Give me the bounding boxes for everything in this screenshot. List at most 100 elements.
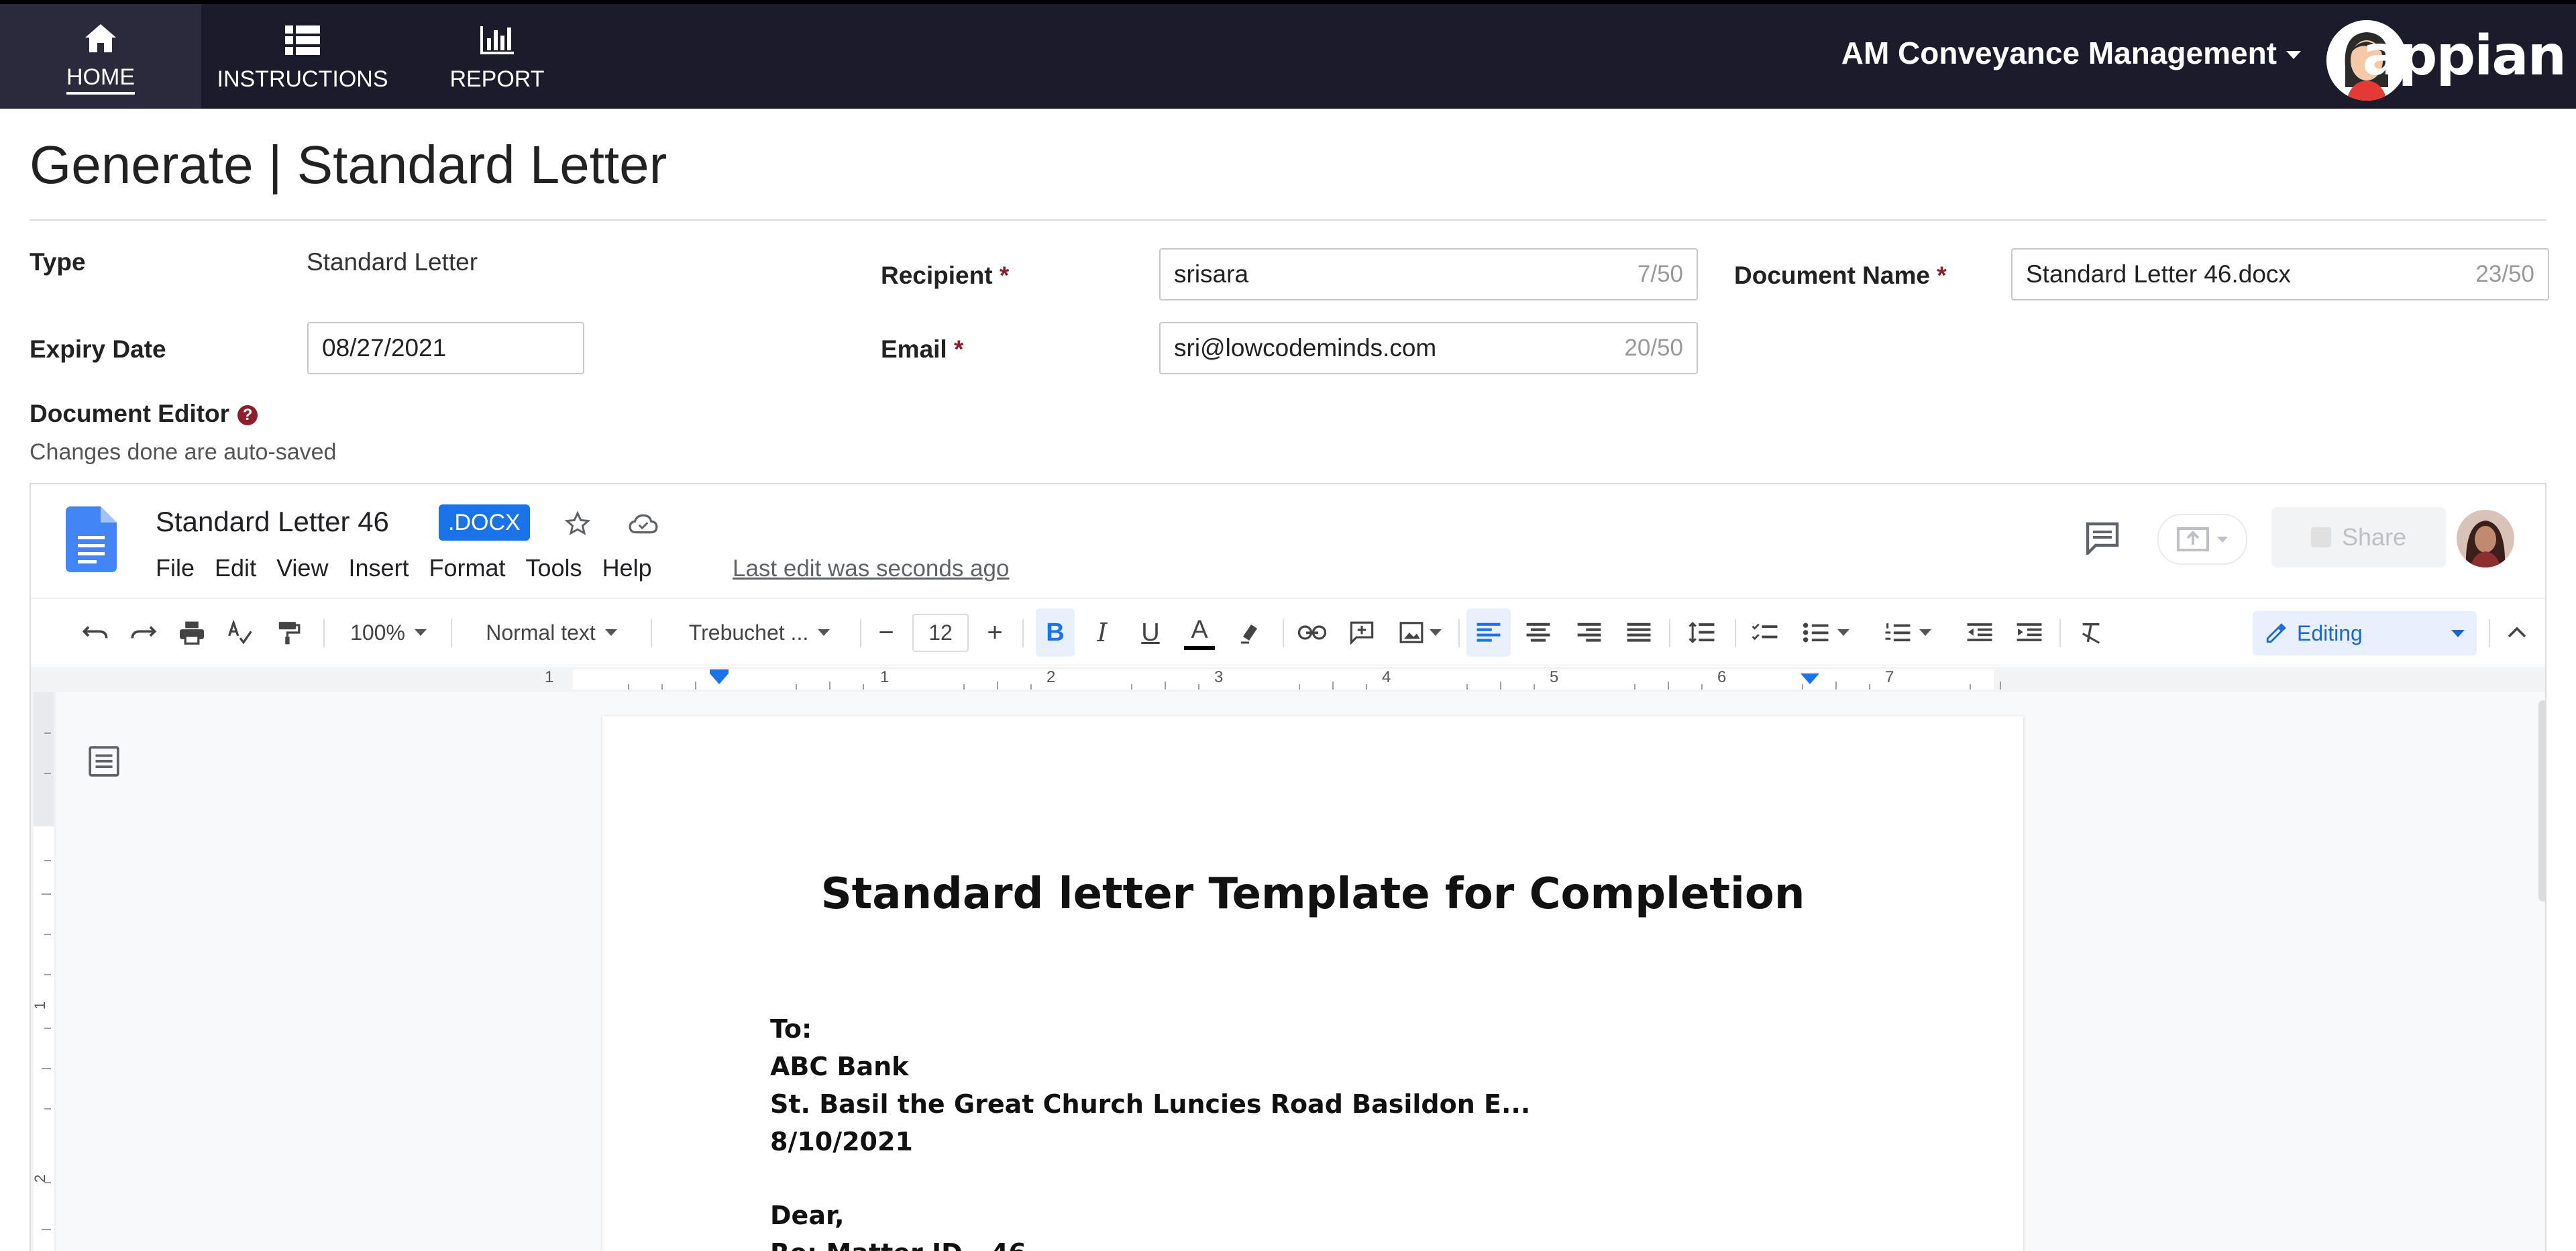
chevron-down-icon: [2451, 629, 2465, 637]
recipient-input[interactable]: srisara 7/50: [1159, 248, 1698, 301]
expiry-date-input[interactable]: 08/27/2021: [307, 322, 584, 374]
ruler-number: 2: [32, 1174, 49, 1183]
toolbar-divider: [2059, 619, 2061, 647]
autosave-note: Changes done are auto-saved: [30, 439, 337, 465]
share-button[interactable]: Share: [2271, 507, 2446, 567]
recipient-label: Recipient *: [881, 262, 1010, 289]
toolbar-divider: [2489, 619, 2490, 647]
menu-file[interactable]: File: [156, 554, 195, 582]
highlight-icon[interactable]: [1229, 599, 1269, 666]
link-icon[interactable]: [1292, 599, 1332, 666]
font-size-input[interactable]: 12: [906, 599, 975, 666]
document-page[interactable]: Standard letter Template for Completion …: [602, 716, 2023, 1251]
email-value: sri@lowcodeminds.com: [1174, 334, 1437, 362]
nav-report[interactable]: REPORT: [427, 4, 568, 109]
bulleted-list-button[interactable]: [1792, 599, 1860, 666]
font-family-select[interactable]: Trebuchet ...: [664, 599, 855, 666]
list-icon: [285, 21, 320, 60]
checklist-icon[interactable]: [1743, 599, 1787, 666]
chevron-down-icon: [1430, 629, 1442, 636]
app-switcher[interactable]: AM Conveyance Management: [1841, 35, 2301, 71]
recipient-char-count: 7/50: [1637, 261, 1683, 287]
ruler-number: 7: [1885, 668, 1894, 686]
collaborator-avatar[interactable]: [2457, 510, 2514, 567]
align-left-button[interactable]: [1466, 608, 1511, 657]
menu-tools[interactable]: Tools: [526, 554, 582, 582]
cloud-saved-icon[interactable]: [627, 507, 660, 541]
justify-icon[interactable]: [1617, 599, 1661, 666]
ruler-number: 5: [1550, 668, 1559, 686]
nav-instructions-label: INSTRUCTIONS: [217, 66, 388, 92]
decrease-font-size-button[interactable]: −: [867, 599, 906, 666]
align-center-icon[interactable]: [1516, 599, 1560, 666]
ruler-number: 1: [32, 1001, 49, 1010]
increase-indent-icon[interactable]: [2007, 599, 2051, 666]
toolbar-divider: [1669, 619, 1670, 647]
letter-greeting: Dear,: [770, 1201, 845, 1230]
letter-bank: ABC Bank: [770, 1052, 909, 1081]
print-icon[interactable]: [172, 599, 212, 666]
pencil-icon: [2266, 623, 2286, 643]
present-button[interactable]: [2157, 514, 2247, 565]
doc-title[interactable]: Standard Letter 46: [156, 506, 389, 538]
outline-icon[interactable]: [87, 745, 123, 781]
image-icon: [1399, 622, 1424, 643]
zoom-select[interactable]: 100%: [338, 599, 439, 666]
header-divider: [30, 219, 2546, 221]
email-input[interactable]: sri@lowcodeminds.com 20/50: [1159, 322, 1698, 374]
type-label: Type: [30, 248, 86, 276]
page-title: Generate | Standard Letter: [30, 135, 667, 195]
bold-button[interactable]: B: [1036, 608, 1075, 657]
chevron-down-icon: [1837, 629, 1849, 636]
ruler-number: 2: [1046, 668, 1056, 686]
toolbar-divider: [860, 619, 861, 647]
undo-icon[interactable]: [75, 599, 115, 666]
help-icon[interactable]: ?: [237, 405, 258, 426]
decrease-indent-icon[interactable]: [1957, 599, 2002, 666]
menu-format[interactable]: Format: [429, 554, 506, 582]
ruler-number: 6: [1717, 668, 1727, 686]
top-nav: HOME INSTRUCTIONS REPORT AM Conveyance M…: [0, 0, 2576, 109]
last-edit-link[interactable]: Last edit was seconds ago: [733, 555, 1009, 582]
chevron-down-icon: [818, 629, 830, 636]
numbered-list-button[interactable]: [1874, 599, 1941, 666]
insert-comment-icon[interactable]: [1342, 599, 1382, 666]
expiry-date-label: Expiry Date: [30, 335, 166, 363]
star-icon[interactable]: [561, 507, 594, 541]
menu-insert[interactable]: Insert: [348, 554, 409, 582]
menu-edit[interactable]: Edit: [215, 554, 256, 582]
comment-icon[interactable]: [2082, 519, 2123, 557]
nav-instructions[interactable]: INSTRUCTIONS: [207, 4, 398, 109]
menu-bar: File Edit View Insert Format Tools Help: [156, 554, 652, 582]
toolbar-divider: [1283, 619, 1284, 647]
align-right-icon[interactable]: [1567, 599, 1611, 666]
editing-mode-select[interactable]: Editing: [2253, 611, 2477, 655]
insert-image-button[interactable]: [1390, 599, 1450, 666]
paragraph-style-select[interactable]: Normal text: [464, 599, 639, 666]
spellcheck-icon[interactable]: [220, 599, 260, 666]
collapse-toolbar-icon[interactable]: [2497, 599, 2537, 666]
paint-format-icon[interactable]: [268, 599, 309, 666]
text-color-button[interactable]: A: [1179, 599, 1220, 666]
toolbar-divider: [651, 619, 652, 647]
increase-font-size-button[interactable]: +: [975, 599, 1014, 666]
document-name-label: Document Name *: [1734, 262, 1947, 289]
menu-help[interactable]: Help: [602, 554, 652, 582]
document-editor: Standard Letter 46 .DOCX File Edit View …: [30, 483, 2546, 1251]
chevron-down-icon: [2286, 51, 2301, 59]
redo-icon[interactable]: [123, 599, 164, 666]
toolbar-divider: [451, 619, 452, 647]
document-name-input[interactable]: Standard Letter 46.docx 23/50: [2011, 248, 2549, 301]
menu-view[interactable]: View: [276, 554, 328, 582]
underline-button[interactable]: U: [1131, 599, 1170, 666]
lock-icon: [2310, 527, 2331, 547]
italic-button[interactable]: I: [1083, 599, 1122, 666]
vertical-scrollbar[interactable]: [2538, 700, 2545, 902]
appian-logo: appian: [2362, 24, 2567, 88]
app-name: AM Conveyance Management: [1841, 36, 2277, 70]
nav-home[interactable]: HOME: [0, 4, 201, 109]
required-mark: *: [954, 335, 964, 363]
line-spacing-icon[interactable]: [1680, 599, 1724, 666]
clear-formatting-icon[interactable]: [2069, 599, 2113, 666]
nav-report-label: REPORT: [449, 66, 545, 92]
